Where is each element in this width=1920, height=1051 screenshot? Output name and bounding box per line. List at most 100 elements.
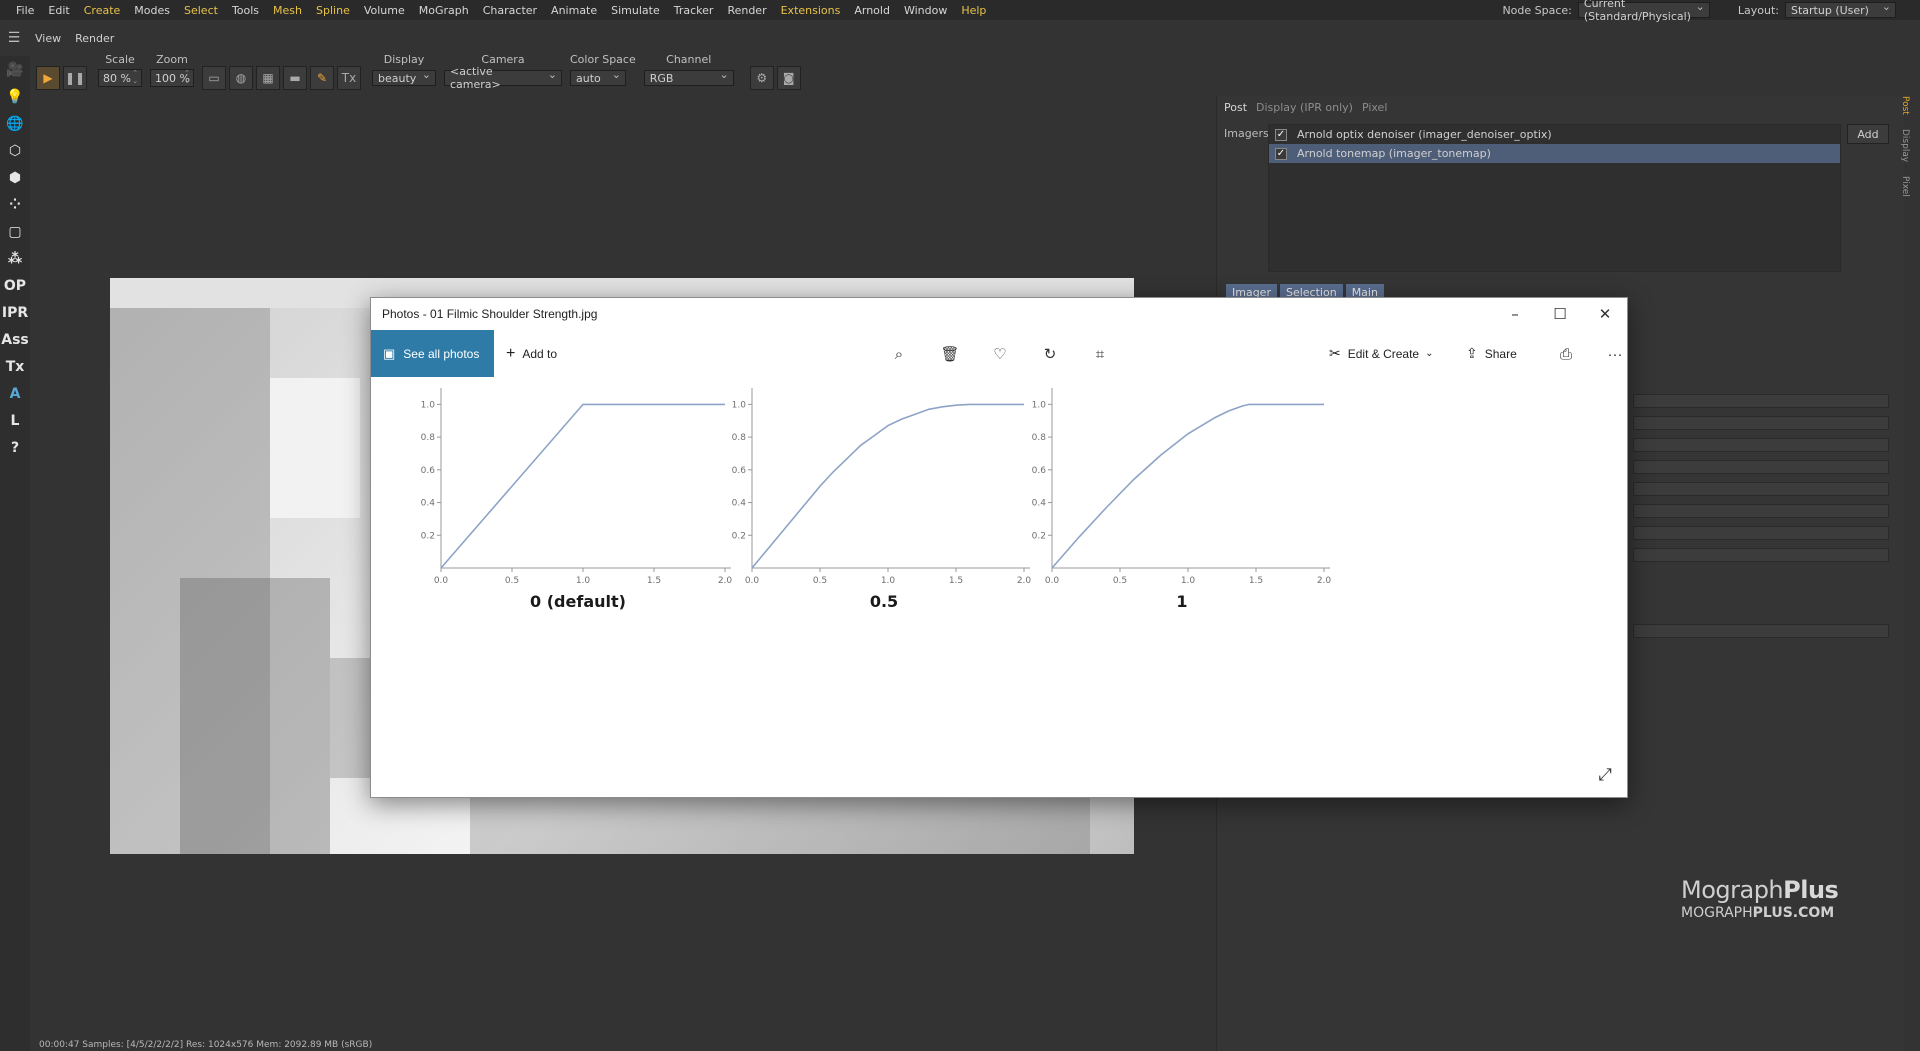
see-all-photos-button[interactable]: ▣ See all photos xyxy=(371,330,494,377)
tx-icon[interactable]: Tx xyxy=(337,66,361,90)
snapshot-camera-icon[interactable]: ◙ xyxy=(776,66,801,90)
y-tick-label: 0.4 xyxy=(732,499,747,509)
brush-icon[interactable]: ✎ xyxy=(310,66,334,90)
x-tick-label: 0.5 xyxy=(505,576,519,586)
x-tick-label: 2.0 xyxy=(718,576,733,586)
camera-dropdown[interactable]: <active camera> xyxy=(444,65,562,91)
play-icon[interactable]: ▶ xyxy=(36,66,60,90)
hamburger-menu-icon[interactable]: ☰ xyxy=(0,30,28,46)
frame-icon[interactable]: ▭ xyxy=(202,66,226,90)
favorite-heart-icon[interactable]: ♡ xyxy=(988,342,1012,366)
pause-icon[interactable]: ❚❚ xyxy=(63,66,87,90)
menu-help[interactable]: Help xyxy=(954,4,993,17)
tx-manager-icon[interactable]: Tx xyxy=(1,354,29,380)
maximize-icon[interactable]: ☐ xyxy=(1537,298,1583,330)
imager-row[interactable]: ✓ Arnold tonemap (imager_tonemap) xyxy=(1269,144,1840,163)
camera-icon[interactable]: 🎥 xyxy=(1,57,29,83)
scene-source-icon[interactable]: ▢ xyxy=(1,219,29,245)
settings-gear-icon[interactable]: ⚙ xyxy=(749,66,774,90)
menu-select[interactable]: Select xyxy=(177,4,225,17)
menu-spline[interactable]: Spline xyxy=(309,4,357,17)
zoom-group: Zoom 100 % xyxy=(150,51,194,91)
rotate-icon[interactable]: ↻ xyxy=(1038,342,1062,366)
channel-dropdown[interactable]: RGB xyxy=(643,68,734,86)
region-icon[interactable]: ▬ xyxy=(283,66,307,90)
sky-icon[interactable]: 🌐 xyxy=(1,111,29,137)
view-mode-group: ▭ ◍ ▦ ▬ ✎ Tx xyxy=(202,51,364,91)
view-menu[interactable]: View xyxy=(28,32,68,45)
imager-list: ✓ Arnold optix denoiser (imager_denoiser_… xyxy=(1268,124,1841,272)
light-icon[interactable]: 💡 xyxy=(1,84,29,110)
help-icon[interactable]: ? xyxy=(1,435,29,461)
add-button[interactable]: Add xyxy=(1847,124,1889,144)
menu-volume[interactable]: Volume xyxy=(357,4,412,17)
layout-dropdown[interactable]: Startup (User) xyxy=(1785,0,1896,18)
render-menu[interactable]: Render xyxy=(68,32,121,45)
chart-panel: 0.0 0.5 1.0 1.5 2.0 0.2 0.4 0.6 0.8 1.0 1 xyxy=(1032,388,1331,611)
imager-checkbox[interactable]: ✓ xyxy=(1275,147,1287,160)
print-icon[interactable]: ⎙ xyxy=(1554,342,1578,366)
node-space-dropdown[interactable]: Current (Standard/Physical) xyxy=(1577,0,1710,23)
chart-caption: 0 (default) xyxy=(530,592,626,611)
edit-create-button[interactable]: ✂ Edit & Create ⌄ xyxy=(1329,330,1434,377)
minimize-icon[interactable]: – xyxy=(1492,298,1538,330)
menu-edit[interactable]: Edit xyxy=(41,4,76,17)
menu-create[interactable]: Create xyxy=(77,4,128,17)
menu-modes[interactable]: Modes xyxy=(127,4,177,17)
zoom-icon[interactable]: ⌕ xyxy=(887,342,911,366)
globe-icon[interactable]: ◍ xyxy=(229,66,253,90)
scale-stepper[interactable]: 80 % xyxy=(98,69,142,87)
vtab-post[interactable]: Post xyxy=(1900,96,1910,115)
menu-arnold[interactable]: Arnold xyxy=(847,4,897,17)
procedural-icon[interactable]: ⬡ xyxy=(1,138,29,164)
display-dropdown[interactable]: beauty xyxy=(372,68,436,86)
menu-window[interactable]: Window xyxy=(897,4,954,17)
ass-export-icon[interactable]: Ass xyxy=(1,327,29,353)
menu-extensions[interactable]: Extensions xyxy=(774,4,848,17)
menu-animate[interactable]: Animate xyxy=(544,4,604,17)
menu-tracker[interactable]: Tracker xyxy=(667,4,721,17)
x-tick-label: 2.0 xyxy=(1017,576,1032,586)
y-tick-label: 1.0 xyxy=(1032,400,1047,410)
more-options-icon[interactable]: ··· xyxy=(1603,342,1627,366)
x-tick-label: 1.0 xyxy=(1181,576,1196,586)
particle-icon[interactable]: ⁘ xyxy=(1,192,29,218)
menu-simulate[interactable]: Simulate xyxy=(604,4,667,17)
extra-group: ⚙ ◙ xyxy=(749,51,804,91)
menu-mograph[interactable]: MoGraph xyxy=(412,4,476,17)
photos-title-bar[interactable]: Photos - 01 Filmic Shoulder Strength.jpg… xyxy=(371,298,1627,330)
vtab-display[interactable]: Display xyxy=(1900,129,1910,162)
menu-render[interactable]: Render xyxy=(720,4,773,17)
menu-file[interactable]: File xyxy=(9,4,41,17)
tab-display-ipr-only[interactable]: Display (IPR only) xyxy=(1255,101,1361,114)
tab-post[interactable]: Post xyxy=(1223,101,1255,114)
grid-icon[interactable]: ▦ xyxy=(256,66,280,90)
imager-checkbox[interactable]: ✓ xyxy=(1275,128,1287,141)
license-icon[interactable]: L xyxy=(1,408,29,434)
add-to-button[interactable]: + Add to xyxy=(506,330,557,377)
volume-icon[interactable]: ⬢ xyxy=(1,165,29,191)
vtab-pixel[interactable]: Pixel xyxy=(1900,176,1910,197)
colorspace-label: Color Space xyxy=(570,53,636,66)
share-button[interactable]: ⇪ Share xyxy=(1466,330,1517,377)
crop-icon[interactable]: ⌗ xyxy=(1088,342,1112,366)
operator-icon[interactable]: OP xyxy=(1,273,29,299)
close-icon[interactable]: ✕ xyxy=(1582,298,1628,330)
arnold-icon[interactable]: A xyxy=(1,381,29,407)
colorspace-dropdown[interactable]: auto xyxy=(570,68,626,86)
zoom-stepper[interactable]: 100 % xyxy=(150,69,194,87)
menu-mesh[interactable]: Mesh xyxy=(266,4,309,17)
tab-pixel[interactable]: Pixel xyxy=(1361,101,1395,114)
expand-icon[interactable]: ⤢ xyxy=(1593,763,1617,787)
ipr-icon[interactable]: IPR xyxy=(1,300,29,326)
menu-character[interactable]: Character xyxy=(476,4,544,17)
photos-window: Photos - 01 Filmic Shoulder Strength.jpg… xyxy=(370,297,1628,798)
chart-panel: 0.0 0.5 1.0 1.5 2.0 0.2 0.4 0.6 0.8 1.0 0 (default… xyxy=(421,388,733,611)
delete-icon[interactable]: 🗑 xyxy=(938,342,962,366)
x-tick-label: 0.0 xyxy=(434,576,449,586)
menu-tools[interactable]: Tools xyxy=(225,4,266,17)
imager-row[interactable]: ✓ Arnold optix denoiser (imager_denoiser_… xyxy=(1269,125,1840,144)
instancer-icon[interactable]: ⁂ xyxy=(1,246,29,272)
mographplus-logo: MographPlus MOGRAPHPLUS.COM xyxy=(1681,876,1839,921)
y-tick-label: 0.8 xyxy=(732,433,747,443)
